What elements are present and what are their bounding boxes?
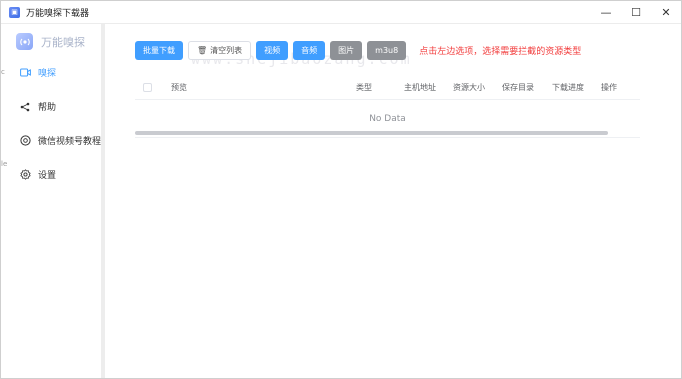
- title-bar: ▣ 万能嗅探下载器 — ☐ ✕: [1, 1, 681, 24]
- horizontal-scrollbar[interactable]: [135, 131, 608, 135]
- trash-icon: 🗑: [197, 46, 208, 55]
- sidebar-item-settings[interactable]: 设置: [19, 168, 56, 181]
- filter-video-button[interactable]: 视频: [256, 41, 289, 60]
- table-header: 预览 类型 主机地址 资源大小 保存目录 下载进度 操作: [135, 74, 640, 100]
- resource-table: 预览 类型 主机地址 资源大小 保存目录 下载进度 操作 No Data: [135, 74, 640, 138]
- column-header-preview: 预览: [171, 83, 187, 92]
- batch-download-button[interactable]: 批量下载: [135, 41, 183, 60]
- brand-logo-icon: [16, 33, 33, 50]
- maximize-button[interactable]: ☐: [621, 1, 651, 24]
- column-header-actions: 操作: [601, 83, 617, 92]
- clipped-text: le: [1, 160, 8, 168]
- column-header-progress: 下载进度: [552, 83, 584, 92]
- toolbar: 批量下载 🗑 清空列表 视频 音频 图片 m3u8 点击左边选项，选择需要拦截的…: [135, 41, 581, 60]
- select-all-checkbox[interactable]: [143, 83, 152, 92]
- sidebar: 万能嗅探 c le 嗅探 帮助 微信视频号教程 设置: [1, 24, 105, 378]
- window-controls: — ☐ ✕: [591, 1, 681, 24]
- sidebar-item-wechat-tutorial[interactable]: 微信视频号教程: [19, 134, 101, 147]
- share-icon: [19, 101, 31, 113]
- column-header-size: 资源大小: [453, 83, 485, 92]
- clear-list-label: 清空列表: [210, 46, 243, 55]
- minimize-button[interactable]: —: [591, 1, 621, 24]
- filter-image-button[interactable]: 图片: [330, 41, 363, 60]
- divider: [135, 137, 640, 138]
- wechat-icon: [19, 135, 31, 147]
- sidebar-item-help[interactable]: 帮助: [19, 100, 56, 113]
- column-header-type: 类型: [356, 83, 372, 92]
- sidebar-item-label: 设置: [38, 171, 57, 181]
- video-icon: [19, 67, 31, 79]
- sidebar-item-label: 微信视频号教程: [38, 137, 102, 147]
- column-header-save-dir: 保存目录: [502, 83, 534, 92]
- column-header-host: 主机地址: [404, 83, 436, 92]
- app-window: ▣ 万能嗅探下载器 — ☐ ✕ 万能嗅探 c le 嗅探 帮助 微信视频号教程 …: [0, 0, 682, 379]
- sidebar-item-sniff[interactable]: 嗅探: [19, 66, 56, 79]
- close-button[interactable]: ✕: [651, 1, 681, 24]
- filter-m3u8-button[interactable]: m3u8: [367, 41, 407, 60]
- sidebar-item-label: 嗅探: [38, 69, 57, 79]
- brand-name: 万能嗅探: [41, 35, 85, 49]
- window-title: 万能嗅探下载器: [26, 8, 90, 19]
- sidebar-item-label: 帮助: [38, 103, 57, 113]
- filter-audio-button[interactable]: 音频: [293, 41, 326, 60]
- brand: 万能嗅探: [16, 33, 85, 50]
- clipped-text: c: [1, 68, 5, 76]
- gear-icon: [19, 169, 31, 181]
- clear-list-button[interactable]: 🗑 清空列表: [188, 41, 252, 60]
- app-icon: ▣: [9, 6, 20, 18]
- filter-hint: 点击左边选项，选择需要拦截的资源类型: [419, 47, 582, 57]
